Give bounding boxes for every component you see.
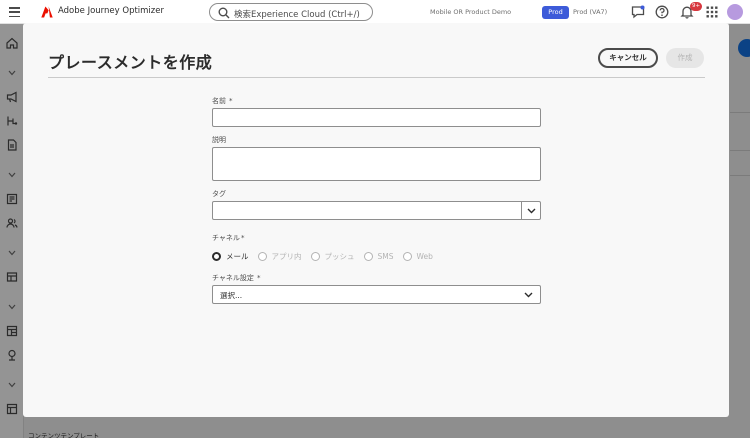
required-marker: *	[256, 274, 261, 282]
cancel-button[interactable]: キャンセル	[598, 48, 658, 68]
radio-button[interactable]	[257, 251, 267, 261]
name-label: 名前 *	[212, 96, 233, 106]
chevron-down-icon	[527, 208, 536, 214]
name-field[interactable]	[212, 108, 541, 127]
select-placeholder: 選択...	[220, 291, 243, 300]
menu-icon[interactable]	[9, 7, 20, 17]
required-marker: *	[240, 234, 245, 242]
channel-config-select[interactable]: 選択...	[212, 285, 541, 304]
channel-option-sms[interactable]: SMS	[363, 251, 394, 261]
radio-label: プッシュ	[324, 251, 355, 261]
user-avatar[interactable]	[727, 4, 743, 20]
channel-option-email[interactable]: メール	[212, 251, 249, 262]
radio-button[interactable]	[402, 251, 412, 261]
create-placement-dialog: プレースメントを作成 キャンセル 作成 名前 * 説明 タグ チャネル* メール …	[23, 23, 729, 417]
sandbox-badge[interactable]: Prod	[542, 6, 569, 19]
channel-option-in-app[interactable]: アプリ内	[257, 251, 302, 262]
header-divider	[48, 77, 705, 78]
chat-icon[interactable]	[631, 5, 645, 19]
adobe-logo-icon[interactable]	[41, 6, 53, 18]
name-label-text: 名前	[212, 97, 226, 105]
tags-label: タグ	[212, 190, 226, 198]
channel-radio-group: メール アプリ内 プッシュ SMS Web	[212, 250, 442, 262]
radio-label: アプリ内	[271, 251, 302, 261]
notification-badge: 9+	[690, 2, 703, 11]
help-icon[interactable]	[655, 5, 669, 19]
channel-label: チャネル*	[212, 233, 244, 243]
description-field[interactable]	[212, 147, 541, 181]
radio-label: SMS	[377, 251, 394, 261]
dialog-title: プレースメントを作成	[48, 53, 213, 72]
radio-label: Web	[416, 251, 433, 261]
chevron-down-icon	[524, 292, 533, 298]
radio-button[interactable]	[212, 251, 221, 261]
search-input[interactable]: 検索Experience Cloud (Ctrl+/)	[209, 3, 373, 21]
radio-button[interactable]	[310, 251, 320, 261]
channel-config-label-text: チャネル設定	[212, 274, 254, 282]
app-grid-icon[interactable]	[705, 5, 719, 19]
tags-dropdown-button[interactable]	[521, 202, 540, 219]
radio-button[interactable]	[363, 251, 373, 261]
channel-config-label: チャネル設定 *	[212, 273, 260, 283]
org-switcher[interactable]: Mobile OR Product Demo	[430, 8, 511, 16]
search-placeholder: 検索Experience Cloud (Ctrl+/)	[234, 10, 360, 20]
app-name[interactable]: Adobe Journey Optimizer	[58, 6, 164, 16]
channel-label-text: チャネル	[212, 234, 240, 242]
description-label: 説明	[212, 136, 226, 144]
sandbox-name[interactable]: Prod (VA7)	[573, 8, 607, 16]
create-button[interactable]: 作成	[666, 48, 704, 68]
global-header: Adobe Journey Optimizer 検索Experience Clo…	[0, 0, 750, 24]
required-marker: *	[229, 97, 233, 105]
search-icon	[218, 7, 230, 19]
radio-label: メール	[226, 251, 249, 261]
channel-option-web[interactable]: Web	[402, 251, 433, 261]
channel-option-push[interactable]: プッシュ	[310, 251, 355, 262]
tags-combobox[interactable]	[212, 201, 541, 220]
